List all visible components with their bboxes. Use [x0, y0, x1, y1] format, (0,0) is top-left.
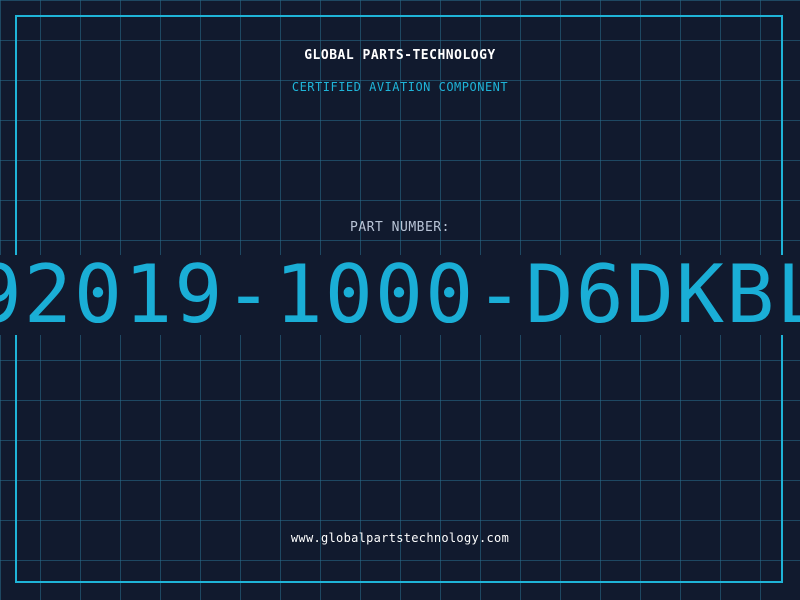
- part-number-value: 392019-1000-D6DKBLU: [0, 255, 800, 335]
- certification-subtitle: CERTIFIED AVIATION COMPONENT: [291, 80, 509, 94]
- label-card: GLOBAL PARTS-TECHNOLOGY CERTIFIED AVIATI…: [0, 0, 800, 600]
- company-name: GLOBAL PARTS-TECHNOLOGY: [304, 48, 496, 63]
- part-number-label: PART NUMBER:: [350, 220, 450, 235]
- website-url: www.globalpartstechnology.com: [290, 531, 510, 545]
- part-number-band: 392019-1000-D6DKBLU: [0, 255, 800, 335]
